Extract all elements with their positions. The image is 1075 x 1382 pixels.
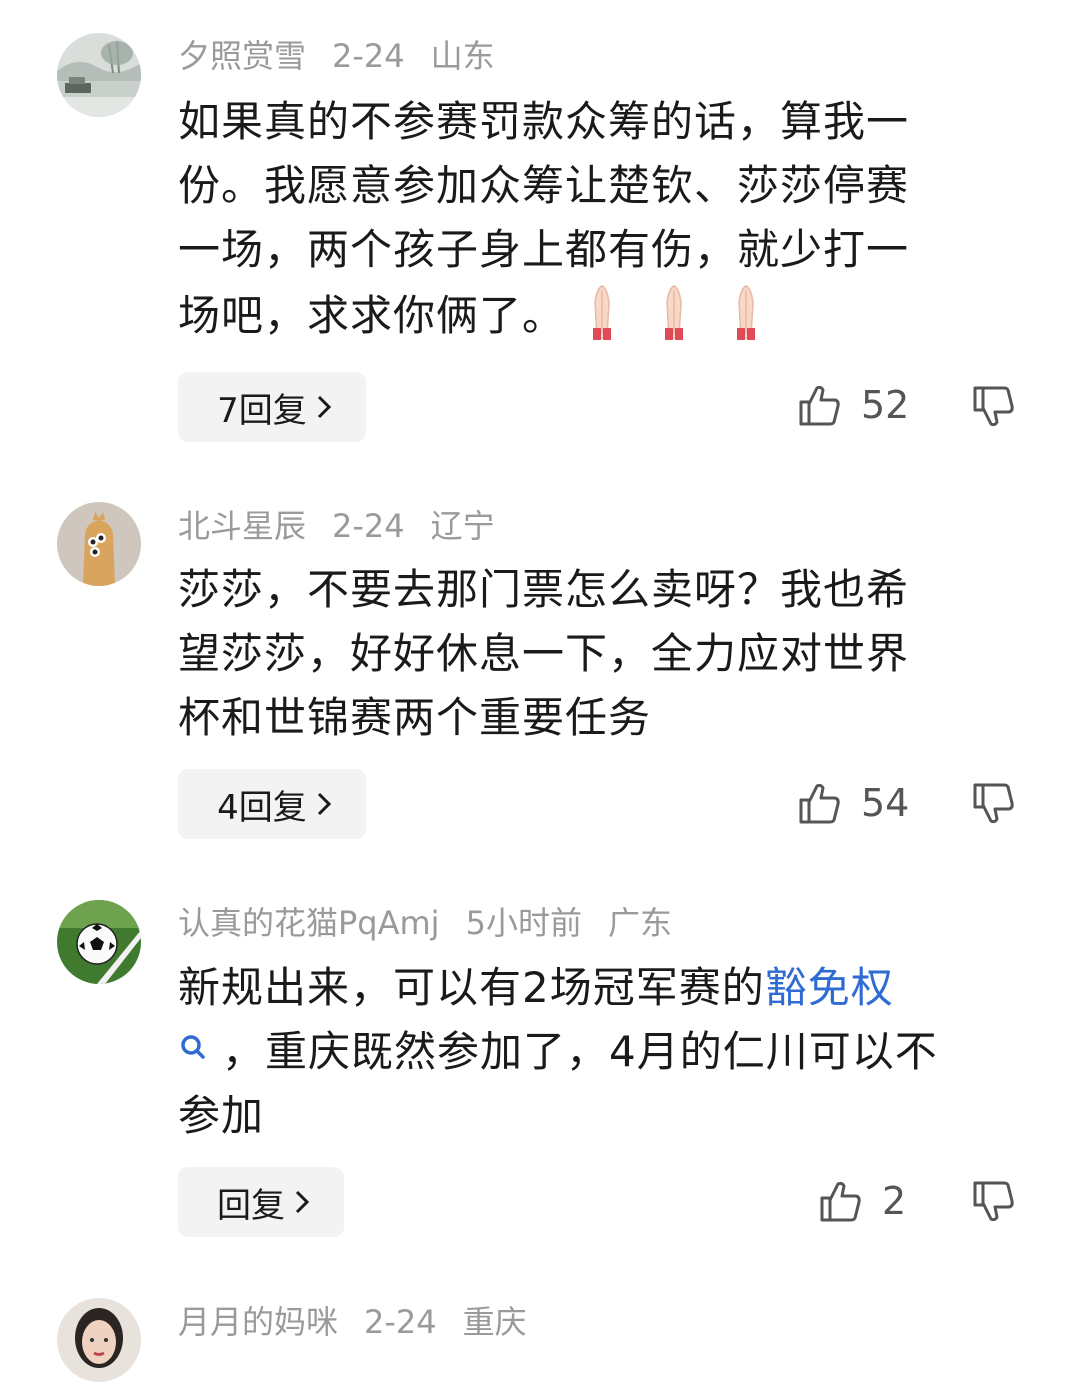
user-avatar[interactable]: [57, 33, 141, 117]
comment-line: 杯和世锦赛两个重要任务: [178, 693, 652, 742]
comment-line: 份。我愿意参加众筹让楚钦、莎莎停赛: [178, 161, 910, 210]
like-count: 2: [882, 1179, 907, 1223]
location: 重庆: [462, 1303, 527, 1341]
like-button[interactable]: 2: [818, 1178, 906, 1224]
username[interactable]: 北斗星辰: [178, 507, 306, 545]
username[interactable]: 月月的妈咪: [178, 1303, 338, 1341]
thumbs-down-icon[interactable]: [971, 781, 1017, 827]
thumbs-up-icon: [820, 1181, 861, 1222]
comment-meta: 夕照赏雪 2-24 山东: [178, 36, 521, 76]
comment-line-text: 新规出来，可以有2场冠军赛的: [178, 963, 765, 1012]
comment-meta: 北斗星辰 2-24 辽宁: [178, 506, 521, 546]
like-button[interactable]: 52: [797, 382, 909, 428]
cartoon-avatar-icon: [57, 502, 141, 586]
landscape-avatar-icon: [57, 33, 141, 117]
timestamp: 2-24: [332, 507, 405, 545]
comment-text: 新规出来，可以有2场冠军赛的豁免权 ，重庆既然参加了，4月的仁川可以不 参加: [178, 956, 1008, 1148]
like-button[interactable]: 54: [797, 780, 909, 826]
comment-line: 莎莎，不要去那门票怎么卖呀？我也希: [178, 565, 910, 614]
comment-line: ，重庆既然参加了，4月的仁川可以不: [178, 1020, 1008, 1084]
location: 广东: [607, 904, 672, 942]
user-avatar[interactable]: [57, 900, 141, 984]
comment-line: 如果真的不参赛罚款众筹的话，算我一: [178, 97, 910, 146]
comment-meta: 认真的花猫PqAmj 5小时前 广东: [178, 903, 698, 943]
reply-button[interactable]: 7回复: [178, 372, 366, 442]
timestamp: 2-24: [364, 1303, 437, 1341]
comment-meta: 月月的妈咪 2-24 重庆: [178, 1302, 553, 1342]
username[interactable]: 夕照赏雪: [178, 37, 306, 75]
user-avatar[interactable]: [57, 502, 141, 586]
soccer-ball-avatar-icon: [57, 900, 141, 984]
folded-hands-emoji-icon: [665, 285, 684, 340]
like-count: 52: [861, 383, 910, 427]
keyword-link[interactable]: 豁免权: [765, 963, 894, 1012]
timestamp: 5小时前: [465, 904, 582, 942]
username[interactable]: 认真的花猫PqAmj: [178, 904, 440, 942]
comment-text: 莎莎，不要去那门票怎么卖呀？我也希 望莎莎，好好休息一下，全力应对世界 杯和世锦…: [178, 558, 1008, 750]
thumbs-down-icon[interactable]: [971, 1179, 1017, 1225]
thumbs-down-icon[interactable]: [971, 384, 1017, 430]
folded-hands-emoji-icon: [737, 285, 756, 340]
location: 辽宁: [430, 507, 495, 545]
reply-button[interactable]: 4回复: [178, 769, 366, 839]
comment-line-text: ，重庆既然参加了，4月的仁川可以不: [222, 1027, 938, 1076]
reply-label: 回复: [217, 1185, 285, 1226]
timestamp: 2-24: [332, 37, 405, 75]
comment-line: 一场，两个孩子身上都有伤，就少打一: [178, 225, 910, 274]
thumbs-up-icon: [799, 783, 840, 824]
like-count: 54: [861, 781, 910, 825]
reply-label: 7回复: [217, 390, 307, 431]
reply-label: 4回复: [217, 787, 307, 828]
user-avatar[interactable]: [57, 1298, 141, 1382]
search-icon[interactable]: [178, 1030, 208, 1070]
comment-line: 望莎莎，好好休息一下，全力应对世界: [178, 629, 910, 678]
chevron-right-icon: [317, 792, 331, 816]
location: 山东: [430, 37, 495, 75]
thumbs-up-icon: [799, 385, 840, 426]
comment-line: 参加: [178, 1091, 265, 1140]
folded-hands-emoji-icon: [593, 285, 612, 340]
chevron-right-icon: [317, 395, 331, 419]
chevron-right-icon: [295, 1190, 310, 1214]
portrait-avatar-icon: [57, 1298, 141, 1382]
reply-button[interactable]: 回复: [178, 1167, 344, 1237]
comment-line: 新规出来，可以有2场冠军赛的豁免权: [178, 956, 1008, 1020]
comment-text: 如果真的不参赛罚款众筹的话，算我一 份。我愿意参加众筹让楚钦、莎莎停赛 一场，两…: [178, 90, 1008, 348]
comment-line-text: 场吧，求求你俩了。: [178, 291, 566, 340]
comment-line: 场吧，求求你俩了。: [178, 282, 1008, 348]
